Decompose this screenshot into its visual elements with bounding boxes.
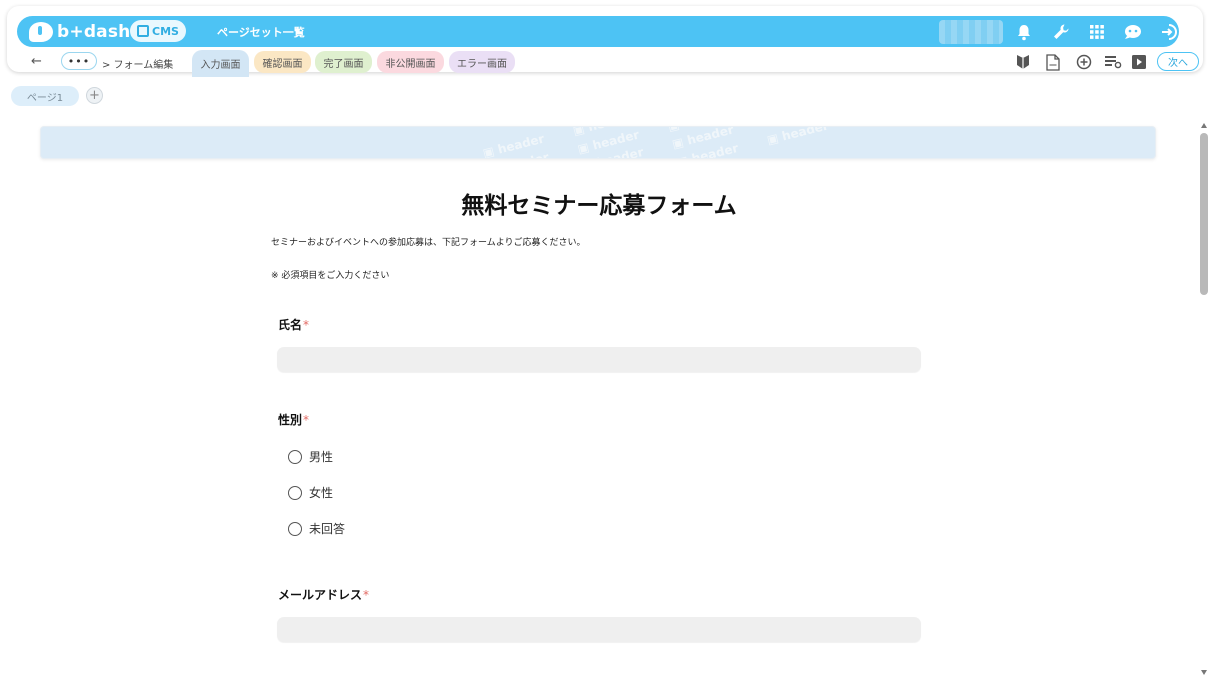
- app-bar: b+dash CMS ページセット一覧: [17, 16, 1179, 47]
- required-note: ※ 必須項目をご入力ください: [271, 271, 390, 281]
- page-tab-1[interactable]: ページ1: [11, 86, 79, 106]
- header-watermark: ▣ header: [765, 126, 830, 147]
- header-placeholder[interactable]: ▣ header ▣ header ▣ header ▣ header ▣ header…: [40, 126, 1156, 159]
- beginner-mark-icon[interactable]: [1014, 53, 1032, 71]
- top-navigation: b+dash CMS ページセット一覧 ← ••• > フォーム編集 入力画面: [7, 6, 1203, 77]
- name-label-text: 氏名: [278, 318, 303, 332]
- form-title: 無料セミナー応募フォーム: [461, 193, 737, 219]
- gender-option-female[interactable]: 女性: [288, 484, 333, 501]
- radio-button[interactable]: [288, 521, 302, 536]
- gender-label: 性別*: [278, 411, 309, 428]
- add-circle-icon[interactable]: [1075, 53, 1093, 71]
- logo-bubble-icon: [29, 22, 53, 42]
- tab-input-screen[interactable]: 入力画面: [192, 50, 249, 77]
- edit-icon: [137, 25, 150, 37]
- tab-complete-screen[interactable]: 完了画面: [315, 51, 372, 73]
- required-mark: *: [363, 588, 370, 602]
- chat-support-icon[interactable]: [1122, 21, 1144, 43]
- name-label: 氏名*: [278, 316, 309, 333]
- bdash-logo[interactable]: b+dash: [29, 21, 130, 43]
- apps-grid-icon[interactable]: [1086, 21, 1108, 43]
- radio-label: 男性: [309, 450, 334, 464]
- tab-error-screen[interactable]: エラー画面: [449, 51, 515, 73]
- email-label: メールアドレス*: [278, 586, 369, 603]
- back-arrow-icon[interactable]: ←: [31, 54, 42, 69]
- radio-label: 女性: [309, 486, 334, 500]
- gender-label-text: 性別: [278, 413, 303, 427]
- email-label-text: メールアドレス: [278, 588, 363, 602]
- tab-label: 非公開画面: [385, 58, 436, 70]
- page-set-list-link[interactable]: ページセット一覧: [217, 24, 305, 40]
- logout-icon[interactable]: [1158, 21, 1180, 43]
- next-button[interactable]: 次へ: [1157, 52, 1199, 71]
- tab-confirm-screen[interactable]: 確認画面: [254, 51, 311, 73]
- list-settings-icon[interactable]: [1104, 53, 1122, 71]
- html-file-icon[interactable]: [1044, 53, 1062, 71]
- breadcrumb: > フォーム編集: [102, 60, 174, 71]
- bell-icon[interactable]: [1013, 21, 1035, 43]
- preview-play-icon[interactable]: [1130, 53, 1148, 71]
- user-info-blurred[interactable]: [939, 20, 1003, 44]
- name-input[interactable]: [277, 347, 921, 372]
- tab-label: 入力画面: [200, 60, 241, 71]
- email-input[interactable]: [277, 617, 921, 642]
- form-lead-text: セミナーおよびイベントへの参加応募は、下記フォームよりご応募ください。: [271, 238, 586, 248]
- sub-toolbar: ← ••• > フォーム編集 入力画面 確認画面 完了画面 非公開画面 エラー画…: [17, 50, 1199, 77]
- tab-private-screen[interactable]: 非公開画面: [377, 51, 444, 73]
- required-mark: *: [303, 413, 310, 427]
- tab-label: 確認画面: [262, 58, 303, 70]
- gender-option-male[interactable]: 男性: [288, 448, 333, 465]
- radio-label: 未回答: [309, 522, 346, 536]
- wrench-icon[interactable]: [1050, 21, 1072, 43]
- add-page-button[interactable]: +: [86, 87, 103, 104]
- scrollbar-thumb[interactable]: [1200, 133, 1208, 295]
- scroll-up-arrow-icon[interactable]: [1201, 123, 1207, 128]
- scroll-down-arrow-icon[interactable]: [1201, 670, 1207, 675]
- cms-button[interactable]: CMS: [130, 20, 186, 42]
- more-breadcrumb-button[interactable]: •••: [61, 52, 97, 70]
- radio-button[interactable]: [288, 485, 302, 500]
- logo-text: b+dash: [57, 22, 131, 42]
- tab-label: エラー画面: [457, 58, 507, 70]
- tab-label: 完了画面: [323, 58, 364, 70]
- cms-label: CMS: [152, 24, 179, 38]
- header-watermark: ▣ header: [391, 154, 456, 158]
- header-pattern: ▣ header ▣ header ▣ header ▣ header ▣ header…: [41, 126, 1155, 158]
- radio-button[interactable]: [288, 449, 302, 464]
- required-mark: *: [303, 318, 310, 332]
- gender-option-no-answer[interactable]: 未回答: [288, 520, 345, 537]
